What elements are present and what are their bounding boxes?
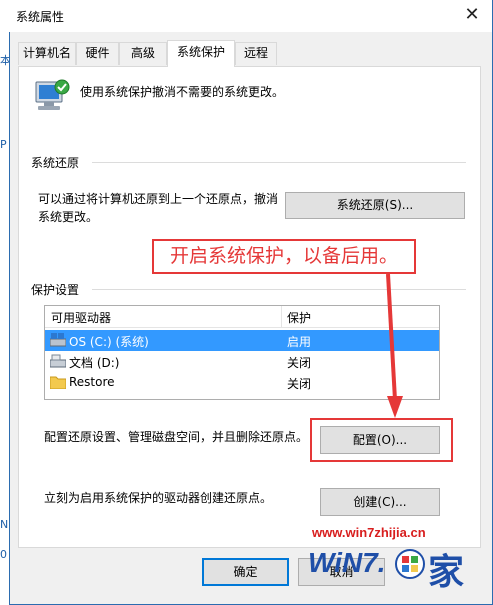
background-fragment: P [0,138,7,151]
annotation-arrow [386,273,403,418]
background-window: 本 P N 0 [0,0,11,605]
drive-name: Restore [69,375,115,389]
drive-name: 文档 (D:) [69,356,120,370]
group-divider [92,289,466,290]
windows-flag-icon [395,549,425,579]
tab-advanced[interactable]: 高级 [119,42,167,65]
close-button[interactable]: ✕ [462,4,482,26]
intro-text: 使用系统保护撤消不需要的系统更改。 [80,85,285,99]
group-divider [92,162,466,163]
title-bar [9,0,493,32]
tab-computer-name[interactable]: 计算机名 [18,42,76,65]
protection-group-label: 保护设置 [31,283,80,297]
dialog-title: 系统属性 [16,10,65,24]
watermark-url: www.win7zhijia.cn [312,525,426,540]
system-protection-icon [30,78,72,114]
tab-remote[interactable]: 远程 [235,42,277,65]
background-fragment: N [0,518,9,531]
system-drive-icon [50,333,66,347]
system-restore-button[interactable]: 系统还原(S)... [285,192,465,219]
drive-protection-status: 关闭 [287,377,312,391]
drive-icon [50,354,66,368]
restore-description-line2: 系统更改。 [38,210,99,224]
tab-hardware[interactable]: 硬件 [76,42,119,65]
drive-protection-status: 启用 [287,335,312,349]
configure-description: 配置还原设置、管理磁盘空间，并且删除还原点。 [44,430,309,444]
annotation-callout: 开启系统保护，以备后用。 [152,239,416,274]
drive-protection-status: 关闭 [287,356,312,370]
watermark-logo: WiN7. 家 [300,541,493,605]
tab-system-protection[interactable]: 系统保护 [167,40,235,67]
watermark-logo-char: 家 [428,551,465,593]
create-button[interactable]: 创建(C)... [320,488,440,516]
folder-icon [50,376,66,389]
ok-button[interactable]: 确定 [202,558,289,586]
column-separator [281,306,282,328]
configure-button[interactable]: 配置(O)... [320,426,440,454]
restore-description-line1: 可以通过将计算机还原到上一个还原点，撤消 [38,192,279,206]
background-fragment: 0 [0,548,7,561]
restore-group-label: 系统还原 [31,156,80,170]
column-header-drive: 可用驱动器 [51,311,112,325]
watermark-logo-text: WiN7. [308,547,386,578]
drive-name: OS (C:) (系统) [69,335,149,349]
create-description: 立刻为启用系统保护的驱动器创建还原点。 [44,491,273,505]
column-header-protection: 保护 [287,311,312,325]
